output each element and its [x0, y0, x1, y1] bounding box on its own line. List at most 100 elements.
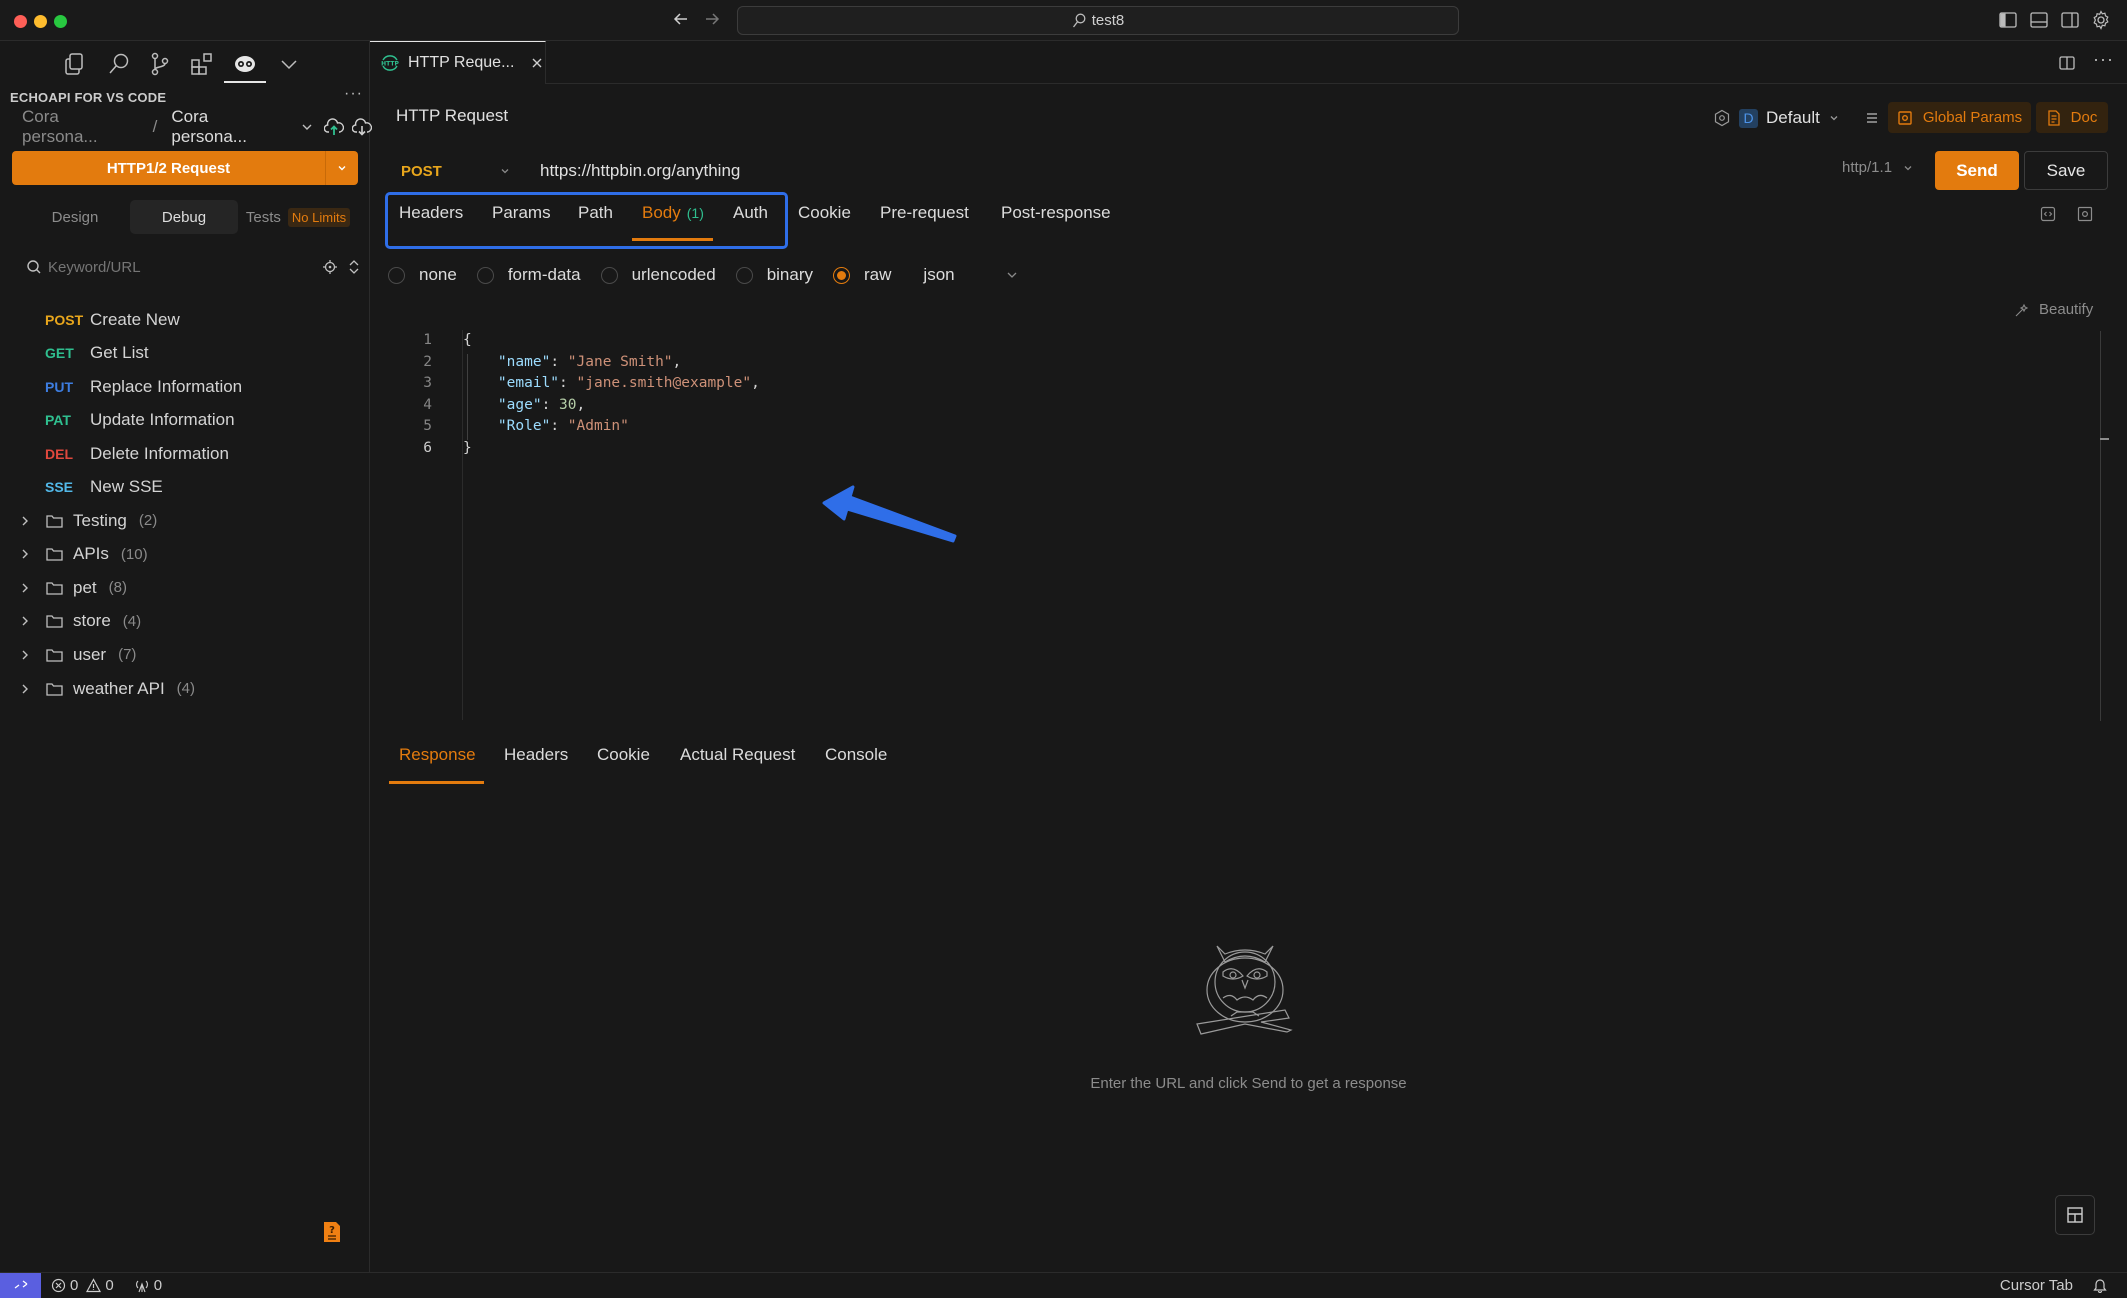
chevron-right-icon[interactable] — [20, 683, 34, 695]
team-selector[interactable]: Cora persona... — [22, 107, 139, 147]
locate-icon[interactable] — [322, 259, 338, 275]
body-type-urlencoded[interactable]: urlencoded — [600, 265, 716, 285]
mode-tab-design[interactable]: Design — [20, 200, 130, 234]
request-item[interactable]: DEL Delete Information — [0, 437, 370, 470]
request-tab-params[interactable]: Params — [492, 203, 551, 239]
cloud-download-icon[interactable] — [351, 118, 372, 136]
notifications-bell-icon[interactable] — [2093, 1277, 2107, 1293]
response-tab-headers[interactable]: Headers — [504, 745, 568, 765]
request-item[interactable]: PAT Update Information — [0, 404, 370, 437]
radio-button[interactable] — [833, 266, 851, 284]
save-button[interactable]: Save — [2024, 151, 2108, 190]
editor-more-actions[interactable]: ··· — [2093, 49, 2114, 70]
send-button[interactable]: Send — [1935, 151, 2019, 190]
toggle-primary-sidebar-icon[interactable] — [1998, 10, 2018, 30]
split-editor-icon[interactable] — [2057, 53, 2077, 73]
body-type-none[interactable]: none — [388, 265, 457, 285]
radio-button[interactable] — [476, 266, 494, 284]
radio-button[interactable] — [735, 266, 753, 284]
cloud-upload-icon[interactable] — [323, 118, 344, 136]
source-control-icon[interactable] — [147, 51, 173, 77]
api-search-input[interactable] — [48, 258, 322, 276]
chevron-right-icon[interactable] — [20, 615, 34, 627]
toggle-secondary-sidebar-icon[interactable] — [2060, 10, 2080, 30]
extensions-icon[interactable] — [189, 51, 215, 77]
new-request-button[interactable]: HTTP1/2 Request — [12, 151, 358, 185]
folder-item[interactable]: user (7) — [0, 638, 370, 671]
request-tab-post-response[interactable]: Post-response — [1001, 203, 1111, 239]
chevron-down-icon[interactable] — [300, 120, 314, 134]
response-tab-console[interactable]: Console — [825, 745, 887, 765]
back-arrow-icon[interactable] — [672, 10, 690, 28]
project-selector[interactable]: Cora persona... — [171, 107, 288, 147]
folder-item[interactable]: store (4) — [0, 605, 370, 638]
request-tab-headers[interactable]: Headers — [399, 203, 463, 239]
response-tab-cookie[interactable]: Cookie — [597, 745, 650, 765]
minimize-window-button[interactable] — [34, 15, 47, 28]
remote-indicator[interactable] — [0, 1272, 41, 1298]
http-version-selector[interactable]: http/1.1 — [1842, 159, 1914, 176]
environment-selector[interactable]: D Default — [1713, 104, 1880, 132]
command-center-search[interactable]: test8 — [737, 6, 1459, 35]
maximize-window-button[interactable] — [54, 15, 67, 28]
url-input[interactable] — [540, 156, 1790, 186]
body-type-binary[interactable]: binary — [735, 265, 813, 285]
chevron-right-icon[interactable] — [20, 548, 34, 560]
request-tab-body[interactable]: Body (1) — [642, 203, 704, 239]
toggle-panel-icon[interactable] — [2029, 10, 2049, 30]
radio-button[interactable] — [388, 266, 405, 284]
request-settings-icon[interactable] — [2077, 206, 2093, 222]
mode-tab-debug[interactable]: Debug — [130, 200, 238, 234]
body-type-form-data[interactable]: form-data — [476, 265, 581, 285]
search-icon[interactable] — [106, 51, 132, 77]
layout-toggle-button[interactable] — [2055, 1195, 2095, 1235]
editor-tab-http-request[interactable]: HTTP HTTP Reque... — [370, 41, 546, 84]
radio-button[interactable] — [600, 266, 618, 284]
folder-item[interactable]: weather API (4) — [0, 672, 370, 705]
body-code-editor[interactable]: 1 {2 "name": "Jane Smith", 3 "email": "jan… — [400, 330, 2100, 720]
close-icon[interactable] — [530, 56, 544, 70]
new-request-label[interactable]: HTTP1/2 Request — [12, 151, 326, 185]
cursor-tab-status[interactable]: Cursor Tab — [2000, 1277, 2073, 1294]
ports-indicator[interactable]: 0 — [134, 1277, 162, 1294]
chevron-right-icon[interactable] — [20, 582, 34, 594]
chevron-right-icon[interactable] — [20, 515, 34, 527]
request-tab-cookie[interactable]: Cookie — [798, 203, 851, 239]
environment-settings-icon[interactable] — [1713, 109, 1731, 127]
chevron-right-icon[interactable] — [20, 649, 34, 661]
request-item[interactable]: POST Create New — [0, 303, 370, 336]
request-tab-path[interactable]: Path — [578, 203, 613, 239]
folder-item[interactable]: pet (8) — [0, 571, 370, 604]
chevron-down-icon[interactable] — [276, 51, 302, 77]
forward-arrow-icon[interactable] — [703, 10, 721, 28]
expand-collapse-icon[interactable] — [348, 259, 360, 275]
folder-item[interactable]: Testing (2) — [0, 504, 370, 537]
problems-indicator[interactable]: 0 0 — [51, 1277, 114, 1294]
request-item[interactable]: PUT Replace Information — [0, 370, 370, 403]
folder-item[interactable]: APIs (10) — [0, 538, 370, 571]
more-actions-button[interactable]: ··· — [344, 85, 363, 103]
request-tab-pre-request[interactable]: Pre-request — [880, 203, 969, 239]
editor-scrollbar[interactable] — [2100, 331, 2101, 721]
response-tab-response[interactable]: Response — [399, 745, 476, 765]
body-type-raw[interactable]: raw — [833, 265, 891, 285]
request-tab-auth[interactable]: Auth — [733, 203, 768, 239]
echoapi-owl-icon[interactable] — [232, 51, 258, 77]
request-item[interactable]: SSE New SSE — [0, 471, 370, 504]
global-params-button[interactable]: Global Params — [1888, 102, 2031, 133]
doc-button[interactable]: Doc — [2036, 102, 2108, 133]
beautify-button[interactable]: Beautify — [2015, 301, 2093, 318]
method-selector[interactable]: POST — [401, 158, 511, 184]
close-window-button[interactable] — [14, 15, 27, 28]
response-tab-actual-request[interactable]: Actual Request — [680, 745, 795, 765]
menu-icon[interactable] — [1864, 110, 1880, 126]
new-request-dropdown[interactable] — [326, 151, 358, 185]
code-snippet-icon[interactable] — [2040, 206, 2056, 222]
settings-gear-icon[interactable] — [2091, 10, 2111, 30]
explorer-files-icon[interactable] — [62, 51, 88, 77]
method-badge: GET — [45, 345, 74, 361]
help-doc-icon[interactable]: ? — [322, 1220, 342, 1244]
mode-tab-tests[interactable]: Tests No Limits — [238, 200, 358, 234]
raw-format-selector[interactable]: json — [923, 265, 1019, 285]
request-item[interactable]: GET Get List — [0, 337, 370, 370]
